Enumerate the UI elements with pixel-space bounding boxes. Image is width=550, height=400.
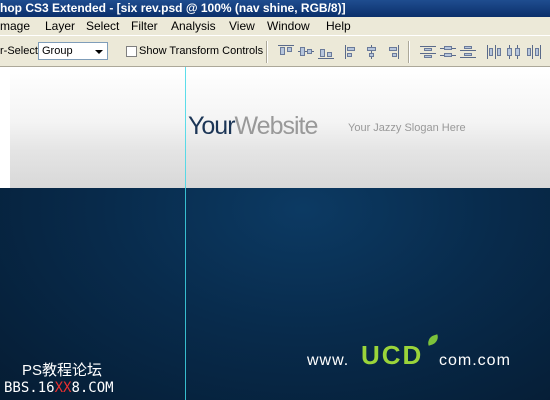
watermark-url-part: BBS.16 [4,380,55,396]
auto-select-dropdown[interactable]: Group [38,42,108,60]
ucd-logo-text: UCD [361,340,424,370]
menu-analysis[interactable]: Analysis [171,19,216,33]
watermark-forum-url: BBS.16XX8.COM [4,380,114,396]
chevron-down-icon [95,50,103,54]
window-title: hop CS3 Extended - [six rev.psd @ 100% (… [0,1,346,15]
menu-help[interactable]: Help [326,19,351,33]
menu-filter[interactable]: Filter [131,19,158,33]
align-top-icon[interactable] [278,45,294,59]
menu-select[interactable]: Select [86,19,119,33]
brand-second: Website [234,112,319,140]
toolbar-divider [266,41,268,63]
distribute-bottom-icon[interactable] [460,45,476,59]
menu-view[interactable]: View [229,19,255,33]
watermark-forum-name: PS教程论坛 [22,362,103,379]
menu-window[interactable]: Window [267,19,310,33]
distribute-left-icon[interactable] [486,45,502,59]
ucd-com: com.com [439,352,511,369]
distribute-horizontal-center-icon[interactable] [506,45,522,59]
watermark-url-part: XX [54,380,72,396]
auto-select-value: Group [42,45,73,57]
menu-image[interactable]: mage [0,19,30,33]
ucd-www: www. [307,352,350,369]
align-right-icon[interactable] [384,45,400,59]
watermark-url-part: 8.COM [71,380,114,396]
show-transform-label: Show Transform Controls [139,45,264,57]
align-horizontal-center-icon[interactable] [364,45,380,59]
distribute-top-icon[interactable] [420,45,436,59]
menu-bar: mage Layer Select Filter Analysis View W… [0,17,550,35]
align-left-icon[interactable] [344,45,360,59]
distribute-vertical-center-icon[interactable] [440,45,456,59]
align-bottom-icon[interactable] [318,45,334,59]
brand-first: Your [188,112,236,140]
distribute-right-icon[interactable] [526,45,542,59]
site-logo-text: YourWebsite [188,112,319,141]
menu-layer[interactable]: Layer [45,19,75,33]
align-vertical-center-icon[interactable] [298,45,314,59]
site-slogan: Your Jazzy Slogan Here [348,122,466,134]
show-transform-checkbox[interactable] [126,46,137,57]
toolbar-divider [408,41,410,63]
auto-select-label: r-Select: [0,45,41,57]
window-title-bar: hop CS3 Extended - [six rev.psd @ 100% (… [0,0,550,17]
vertical-guide-line[interactable] [185,67,186,400]
options-bar: r-Select: Group Show Transform Controls [0,35,550,67]
